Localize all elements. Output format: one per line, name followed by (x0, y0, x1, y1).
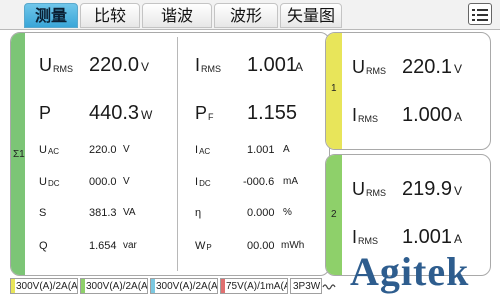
symbol-ch2-urms: URMS (352, 179, 386, 199)
value-idc: -000.6 (243, 176, 275, 188)
value-wp: 00.00 (247, 240, 275, 252)
range-chip-2-mark (81, 279, 85, 293)
unit-p: W (141, 108, 153, 122)
symbol-idc: IDC (195, 176, 211, 188)
value-ch1-urms: 220.1 (402, 56, 453, 78)
symbol-irms: IRMS (195, 55, 222, 75)
unit-idc: mA (283, 176, 298, 187)
value-uac: 220.0 (89, 144, 117, 156)
unit-uac: V (123, 144, 130, 155)
value-s: 381.3 (89, 207, 117, 219)
column-divider (177, 37, 178, 271)
symbol-urms: URMS (39, 55, 73, 75)
symbol-wp: WP (195, 240, 212, 252)
value-ch2-urms: 219.9 (402, 178, 453, 200)
value-irms: 1.001 (247, 54, 298, 76)
symbol-q: Q (39, 240, 48, 252)
menu-list-icon[interactable] (468, 3, 492, 25)
unit-q: var (123, 240, 137, 251)
symbol-uac: UAC (39, 144, 60, 156)
range-chip-2-text: 300V(A)/2A(A) (86, 281, 148, 292)
symbol-ch2-irms: IRMS (352, 227, 379, 247)
range-chip-4-text: 75V(A)/1mA(A) (226, 281, 288, 292)
value-ch2-irms: 1.001 (402, 226, 453, 248)
symbol-ch1-irms: IRMS (352, 105, 379, 125)
tab-harmonics[interactable]: 谐波 (142, 3, 212, 28)
tab-vector[interactable]: 矢量图 (280, 3, 342, 28)
sigma-label: Σ1 (13, 149, 25, 160)
wiring-text: 3P3W (293, 281, 321, 292)
value-pf: 1.155 (247, 102, 298, 124)
unit-urms: V (141, 60, 150, 74)
unit-eta: % (283, 207, 292, 218)
range-chip-3-text: 300V(A)/2A(A) (156, 281, 218, 292)
unit-ch1-irms: A (454, 110, 463, 124)
waveform-icon[interactable] (322, 282, 336, 292)
brand-logo: Agitek (350, 249, 470, 294)
range-chip-3-mark (151, 279, 155, 293)
symbol-ch1-urms: URMS (352, 57, 386, 77)
value-urms: 220.0 (89, 54, 140, 76)
unit-wp: mWh (281, 240, 305, 251)
unit-ch1-urms: V (454, 62, 463, 76)
sigma-panel: Σ1 URMS 220.0 V P 440.3 W UAC 220.0 V UD… (10, 32, 330, 276)
value-ch1-irms: 1.000 (402, 104, 453, 126)
symbol-eta: η (195, 207, 202, 219)
symbol-p: P (39, 103, 52, 123)
range-chip-1-mark (11, 279, 15, 293)
symbol-udc: UDC (39, 176, 60, 188)
range-chip-1-text: 300V(A)/2A(A) (16, 281, 78, 292)
value-iac: 1.001 (247, 144, 275, 156)
value-q: 1.654 (89, 240, 117, 252)
unit-iac: A (283, 144, 290, 155)
tab-waveform[interactable]: 波形 (214, 3, 278, 28)
range-chip-2[interactable]: 300V(A)/2A(A) (80, 278, 148, 294)
wiring-chip[interactable]: 3P3W (290, 278, 322, 294)
channel-1-label: 1 (331, 83, 337, 94)
symbol-pf: PF (195, 103, 214, 123)
value-udc: 000.0 (89, 176, 117, 188)
unit-s: VA (123, 207, 136, 218)
range-chip-4-mark (221, 279, 225, 293)
tab-compare[interactable]: 比较 (80, 3, 140, 28)
value-eta: 0.000 (247, 207, 275, 219)
unit-irms: A (295, 60, 304, 74)
unit-udc: V (123, 176, 130, 187)
unit-ch2-irms: A (454, 232, 463, 246)
value-p: 440.3 (89, 102, 140, 124)
range-chip-1[interactable]: 300V(A)/2A(A) (10, 278, 78, 294)
channel-1-panel[interactable]: 1 URMS 220.1 V IRMS 1.000 A (325, 32, 491, 150)
range-chip-4[interactable]: 75V(A)/1mA(A) (220, 278, 288, 294)
tab-measure[interactable]: 测量 (24, 3, 78, 28)
unit-ch2-urms: V (454, 184, 463, 198)
channel-2-label: 2 (331, 209, 337, 220)
symbol-iac: IAC (195, 144, 211, 156)
range-chip-3[interactable]: 300V(A)/2A(A) (150, 278, 218, 294)
symbol-s: S (39, 207, 47, 219)
tab-bar: 测量 比较 谐波 波形 矢量图 (0, 0, 500, 30)
